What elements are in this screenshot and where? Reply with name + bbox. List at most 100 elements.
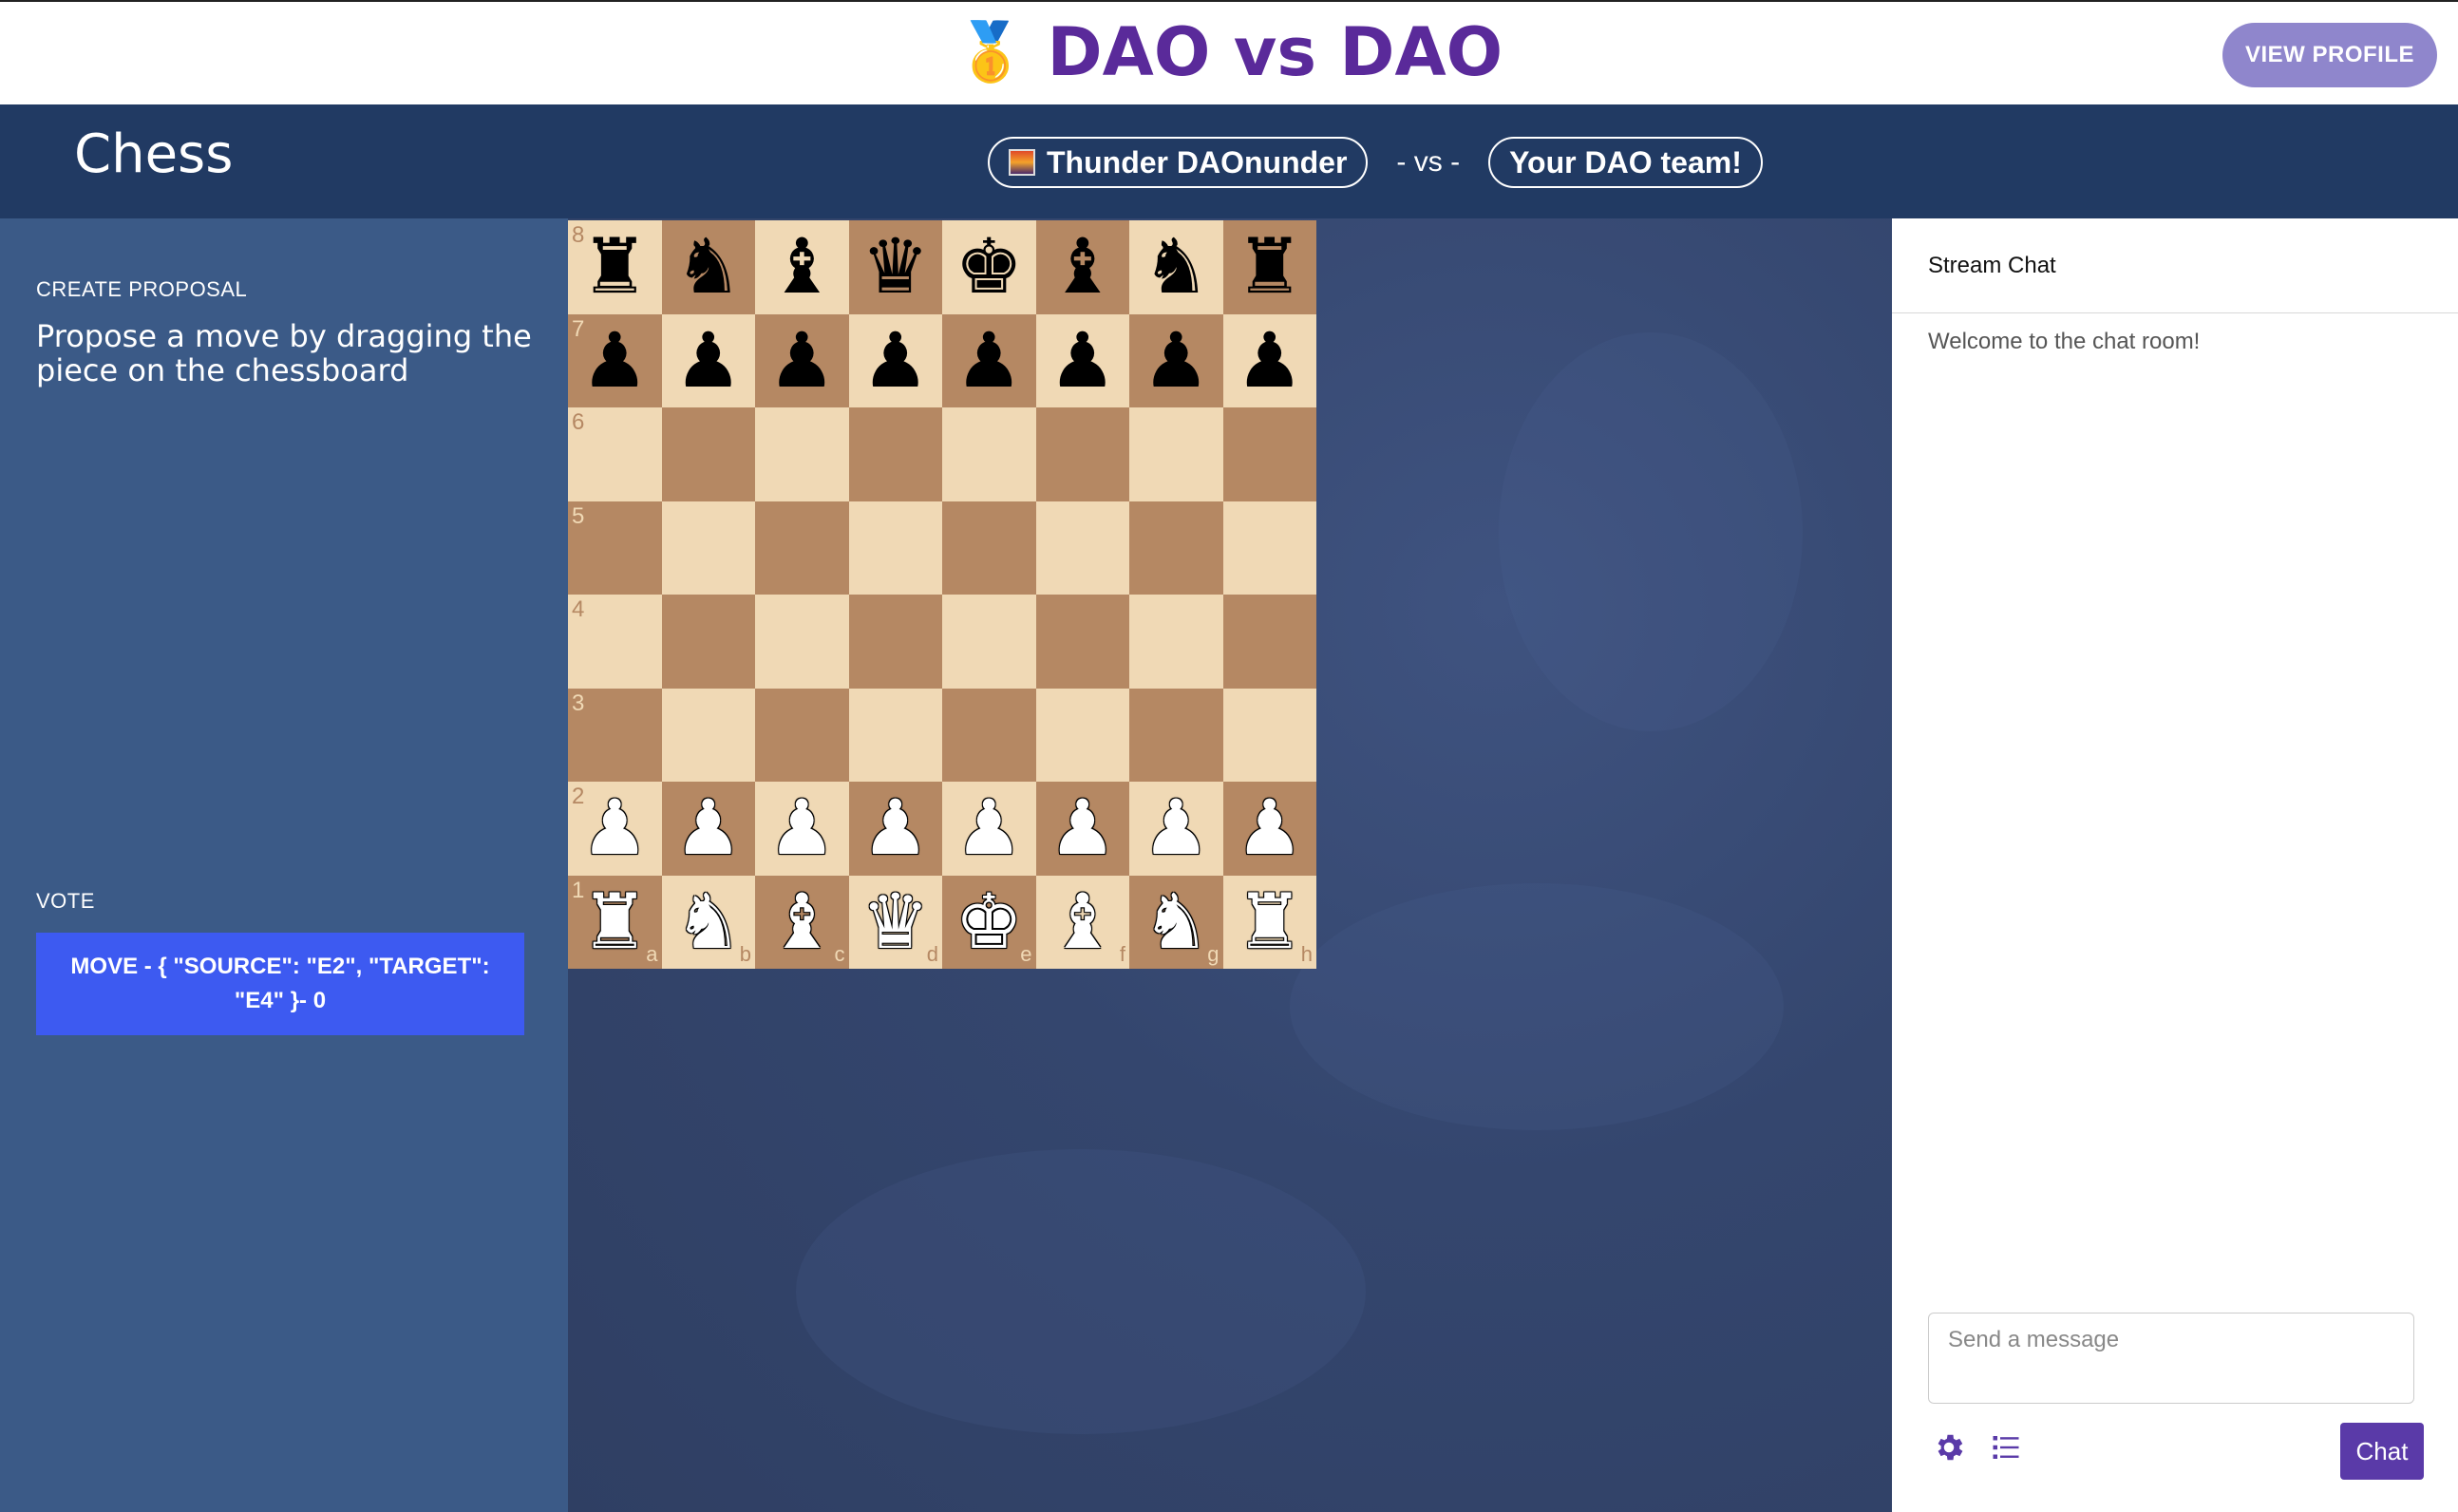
black-pawn-piece[interactable]: ♟ <box>1236 322 1304 399</box>
white-pawn-piece[interactable]: ♟ <box>1142 790 1210 866</box>
square-c4[interactable] <box>755 595 849 689</box>
square-d6[interactable] <box>848 407 942 501</box>
message-input[interactable] <box>1928 1313 2414 1404</box>
square-d5[interactable] <box>848 501 942 595</box>
square-a7[interactable]: 7 ♟ <box>568 313 662 407</box>
square-h6[interactable] <box>1222 407 1316 501</box>
square-a6[interactable]: 6 <box>568 407 662 501</box>
square-g3[interactable] <box>1129 688 1223 782</box>
black-pawn-piece[interactable]: ♟ <box>580 322 649 399</box>
square-b1[interactable]: b ♞ <box>661 875 755 969</box>
white-bishop-piece[interactable]: ♝ <box>1049 883 1117 960</box>
white-pawn-piece[interactable]: ♟ <box>674 790 743 866</box>
square-g8[interactable]: ♞ <box>1129 220 1223 314</box>
white-bishop-piece[interactable]: ♝ <box>767 883 836 960</box>
white-pawn-piece[interactable]: ♟ <box>1049 790 1117 866</box>
white-king-piece[interactable]: ♚ <box>955 883 1023 960</box>
square-c5[interactable] <box>755 501 849 595</box>
square-h7[interactable]: ♟ <box>1222 313 1316 407</box>
white-queen-piece[interactable]: ♛ <box>861 883 930 960</box>
square-a5[interactable]: 5 <box>568 501 662 595</box>
square-b5[interactable] <box>661 501 755 595</box>
square-b7[interactable]: ♟ <box>661 313 755 407</box>
square-d4[interactable] <box>848 595 942 689</box>
square-c1[interactable]: c ♝ <box>755 875 849 969</box>
team-right-pill[interactable]: Your DAO team! <box>1488 137 1763 188</box>
square-c3[interactable] <box>755 688 849 782</box>
chat-send-button[interactable]: Chat <box>2340 1423 2424 1480</box>
black-pawn-piece[interactable]: ♟ <box>1049 322 1117 399</box>
square-h5[interactable] <box>1222 501 1316 595</box>
square-d8[interactable]: ♛ <box>848 220 942 314</box>
square-a1[interactable]: 1 a ♜ <box>568 875 662 969</box>
gear-icon[interactable] <box>1928 1427 1970 1468</box>
square-f8[interactable]: ♝ <box>1035 220 1129 314</box>
white-pawn-piece[interactable]: ♟ <box>1236 790 1304 866</box>
square-c2[interactable]: ♟ <box>755 782 849 876</box>
white-rook-piece[interactable]: ♜ <box>580 883 649 960</box>
square-h4[interactable] <box>1222 595 1316 689</box>
square-f2[interactable]: ♟ <box>1035 782 1129 876</box>
black-queen-piece[interactable]: ♛ <box>861 229 930 305</box>
vote-option-button[interactable]: MOVE - { "SOURCE": "E2", "TARGET": "E4" … <box>36 933 524 1035</box>
square-e5[interactable] <box>942 501 1036 595</box>
black-pawn-piece[interactable]: ♟ <box>861 322 930 399</box>
square-e6[interactable] <box>942 407 1036 501</box>
black-pawn-piece[interactable]: ♟ <box>674 322 743 399</box>
square-g1[interactable]: g ♞ <box>1129 875 1223 969</box>
white-knight-piece[interactable]: ♞ <box>1142 883 1210 960</box>
square-g2[interactable]: ♟ <box>1129 782 1223 876</box>
square-f3[interactable] <box>1035 688 1129 782</box>
view-profile-button[interactable]: VIEW PROFILE <box>2222 23 2437 87</box>
square-a3[interactable]: 3 <box>568 688 662 782</box>
square-h2[interactable]: ♟ <box>1222 782 1316 876</box>
square-d2[interactable]: ♟ <box>848 782 942 876</box>
black-pawn-piece[interactable]: ♟ <box>767 322 836 399</box>
square-d1[interactable]: d ♛ <box>848 875 942 969</box>
square-a8[interactable]: 8 ♜ <box>568 220 662 314</box>
black-knight-piece[interactable]: ♞ <box>674 229 743 305</box>
square-g7[interactable]: ♟ <box>1129 313 1223 407</box>
black-knight-piece[interactable]: ♞ <box>1142 229 1210 305</box>
square-h8[interactable]: ♜ <box>1222 220 1316 314</box>
chessboard[interactable]: 8 ♜ ♞ ♝ ♛ ♚ ♝ ♞ ♜ 7 ♟ ♟ ♟ ♟ ♟ ♟ ♟ ♟ 6 5 4 3 2 ♟ ♟ ♟ ♟ ♟ ♟ ♟ ♟ 1 a ♜ b ♞ c ♝ d ♛… <box>568 220 1316 969</box>
white-pawn-piece[interactable]: ♟ <box>580 790 649 866</box>
square-e1[interactable]: e ♚ <box>942 875 1036 969</box>
black-pawn-piece[interactable]: ♟ <box>955 322 1023 399</box>
list-icon[interactable] <box>1985 1427 2027 1468</box>
square-f4[interactable] <box>1035 595 1129 689</box>
square-b3[interactable] <box>661 688 755 782</box>
square-e7[interactable]: ♟ <box>942 313 1036 407</box>
square-e3[interactable] <box>942 688 1036 782</box>
square-e4[interactable] <box>942 595 1036 689</box>
black-bishop-piece[interactable]: ♝ <box>767 229 836 305</box>
square-h3[interactable] <box>1222 688 1316 782</box>
square-g4[interactable] <box>1129 595 1223 689</box>
square-h1[interactable]: h ♜ <box>1222 875 1316 969</box>
square-c7[interactable]: ♟ <box>755 313 849 407</box>
square-c6[interactable] <box>755 407 849 501</box>
white-pawn-piece[interactable]: ♟ <box>861 790 930 866</box>
square-b8[interactable]: ♞ <box>661 220 755 314</box>
square-c8[interactable]: ♝ <box>755 220 849 314</box>
black-pawn-piece[interactable]: ♟ <box>1142 322 1210 399</box>
black-king-piece[interactable]: ♚ <box>955 229 1023 305</box>
white-pawn-piece[interactable]: ♟ <box>955 790 1023 866</box>
square-d7[interactable]: ♟ <box>848 313 942 407</box>
square-b2[interactable]: ♟ <box>661 782 755 876</box>
square-e8[interactable]: ♚ <box>942 220 1036 314</box>
white-knight-piece[interactable]: ♞ <box>674 883 743 960</box>
square-a4[interactable]: 4 <box>568 595 662 689</box>
square-e2[interactable]: ♟ <box>942 782 1036 876</box>
square-f1[interactable]: f ♝ <box>1035 875 1129 969</box>
black-rook-piece[interactable]: ♜ <box>580 229 649 305</box>
square-f7[interactable]: ♟ <box>1035 313 1129 407</box>
square-b6[interactable] <box>661 407 755 501</box>
white-pawn-piece[interactable]: ♟ <box>767 790 836 866</box>
square-d3[interactable] <box>848 688 942 782</box>
black-bishop-piece[interactable]: ♝ <box>1049 229 1117 305</box>
square-g6[interactable] <box>1129 407 1223 501</box>
team-left-pill[interactable]: Thunder DAOnunder <box>988 137 1369 188</box>
black-rook-piece[interactable]: ♜ <box>1236 229 1304 305</box>
square-f5[interactable] <box>1035 501 1129 595</box>
